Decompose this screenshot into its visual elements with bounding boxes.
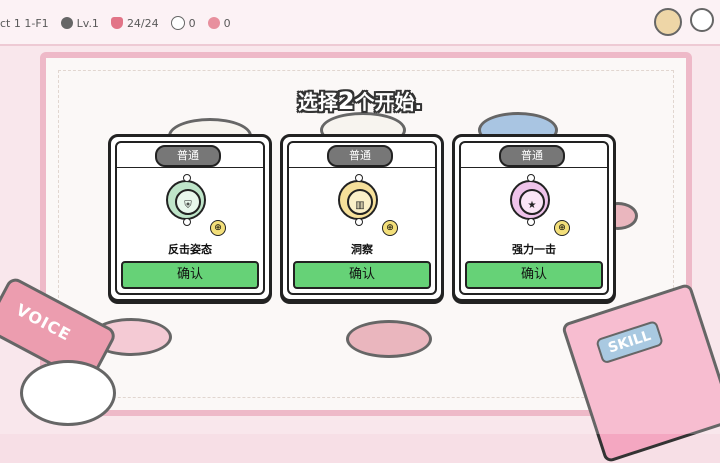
star-glyph: ★ bbox=[527, 200, 537, 211]
emblem-tick-top bbox=[355, 174, 363, 182]
rarity-badge: 普通 bbox=[499, 145, 565, 167]
emblem-core: ★ bbox=[519, 189, 545, 215]
choice-card-3[interactable]: 普通 ★ ⊕ 强力一击 确认 bbox=[452, 134, 616, 302]
card-divider bbox=[117, 167, 263, 168]
prompt-number: 2 bbox=[337, 87, 355, 115]
cards-glyph: ▥ bbox=[355, 200, 365, 211]
confirm-button[interactable]: 确认 bbox=[293, 261, 431, 289]
magnify-icon[interactable]: ⊕ bbox=[554, 220, 570, 236]
selection-prompt: 选择2个开始. bbox=[0, 86, 720, 115]
emblem-tick-bottom bbox=[527, 218, 535, 226]
choice-card-1[interactable]: 普通 ⛨ ⊕ 反击姿态 确认 bbox=[108, 134, 272, 302]
prompt-text-after: 个开始. bbox=[354, 90, 423, 114]
emblem-tick-top bbox=[183, 174, 191, 182]
rarity-badge: 普通 bbox=[155, 145, 221, 167]
emblem-tick-bottom bbox=[355, 218, 363, 226]
confirm-button[interactable]: 确认 bbox=[121, 261, 259, 289]
star-icon: ★ bbox=[510, 174, 550, 226]
magnify-icon[interactable]: ⊕ bbox=[382, 220, 398, 236]
prompt-text-before: 选择 bbox=[297, 90, 338, 114]
choice-card-2[interactable]: 普通 ▥ ⊕ 洞察 确认 bbox=[280, 134, 444, 302]
emblem-tick-bottom bbox=[183, 218, 191, 226]
card-title: 反击姿态 bbox=[168, 243, 212, 256]
emblem-core: ⛨ bbox=[175, 189, 201, 215]
card-divider bbox=[461, 167, 607, 168]
confirm-button[interactable]: 确认 bbox=[465, 261, 603, 289]
card-title: 洞察 bbox=[351, 243, 373, 256]
card-title: 强力一击 bbox=[512, 243, 556, 256]
shield-glyph: ⛨ bbox=[184, 200, 192, 211]
magnify-icon[interactable]: ⊕ bbox=[210, 220, 226, 236]
emblem-tick-top bbox=[527, 174, 535, 182]
rarity-badge: 普通 bbox=[327, 145, 393, 167]
shield-icon: ⛨ bbox=[166, 174, 206, 226]
emblem-core: ▥ bbox=[347, 189, 373, 215]
card-divider bbox=[289, 167, 435, 168]
cards-icon: ▥ bbox=[338, 174, 378, 226]
